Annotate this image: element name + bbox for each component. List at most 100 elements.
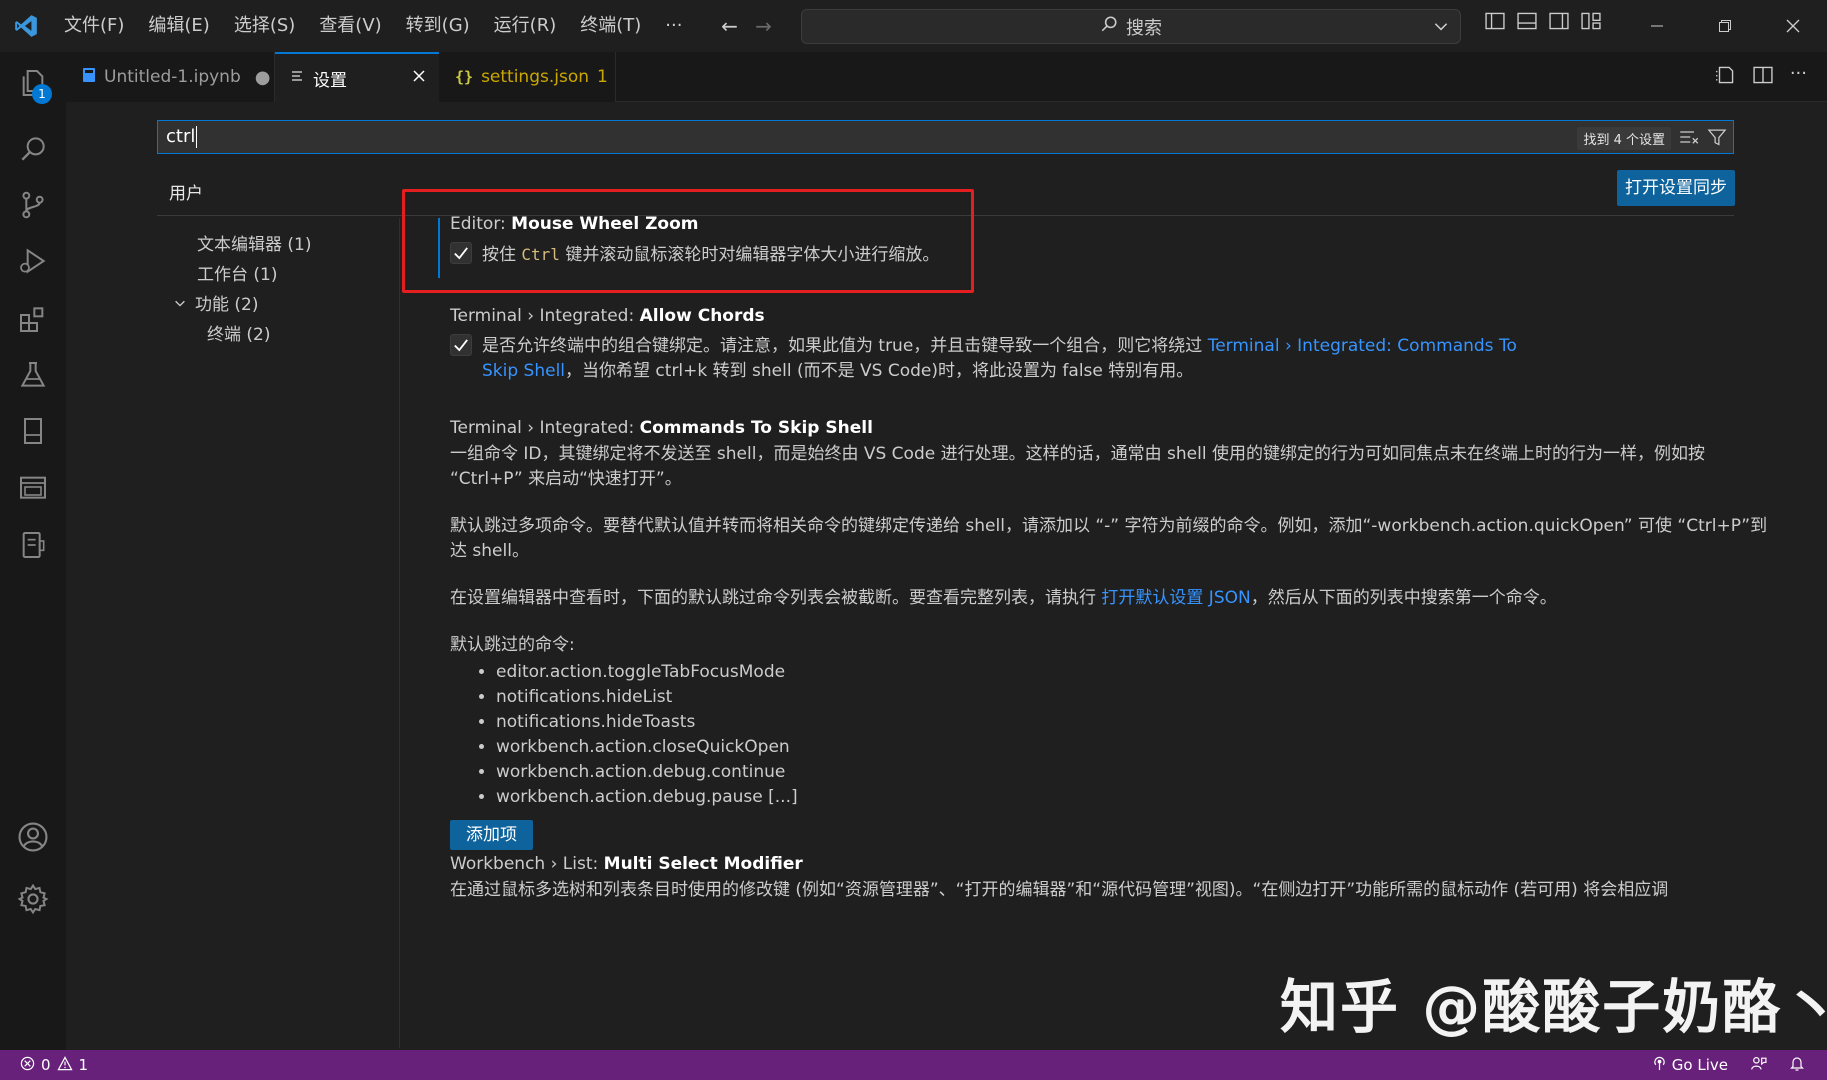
accounts-feedback-icon[interactable] [1750, 1055, 1767, 1076]
accounts-icon[interactable] [0, 806, 66, 868]
setting-description: 在通过鼠标多选树和列表条目时使用的修改键 (例如“资源管理器”、“打开的编辑器”… [450, 880, 1669, 900]
menu-file[interactable]: 文件(F) [52, 0, 136, 52]
menu-edit[interactable]: 编辑(E) [136, 0, 221, 52]
chevron-down-icon [173, 290, 187, 320]
list-item: workbench.action.closeQuickOpen [496, 735, 1770, 760]
turn-on-settings-sync-button[interactable]: 打开设置同步 [1617, 170, 1735, 206]
toc-divider [399, 218, 400, 1048]
customize-layout-icon[interactable] [1580, 10, 1602, 37]
filter-funnel-icon[interactable] [1707, 127, 1727, 152]
add-item-button[interactable]: 添加项 [450, 820, 533, 850]
toc-item-terminal[interactable]: 终端 (2) [157, 320, 397, 350]
title-bar: 文件(F) 编辑(E) 选择(S) 查看(V) 转到(G) 运行(R) 终端(T… [0, 0, 1827, 52]
source-control-icon[interactable] [0, 174, 66, 236]
chevron-down-icon[interactable] [1432, 17, 1450, 40]
explorer-badge: 1 [32, 84, 52, 104]
list-item: workbench.action.debug.continue [496, 760, 1770, 785]
notebook-view-icon[interactable] [0, 400, 66, 462]
modified-dot-icon[interactable]: ● [255, 67, 271, 88]
toc-item-label: 功能 (2) [195, 295, 259, 315]
setting-title: Terminal › Integrated: Allow Chords [450, 306, 765, 326]
tab-label: 设置 [313, 70, 347, 91]
setting-title: Workbench › List: Multi Select Modifier [450, 854, 803, 874]
manage-gear-icon[interactable] [0, 868, 66, 930]
setting-terminal-allow-chords: Terminal › Integrated: Allow Chords 是否允许… [450, 306, 1770, 384]
explorer-icon[interactable]: 1 [0, 52, 66, 114]
settings-search-input[interactable]: ctrl 找到 4 个设置 [157, 120, 1734, 154]
split-editor-icon[interactable] [1752, 64, 1774, 91]
tab-settings[interactable]: 设置 [275, 52, 439, 102]
problems-count: 1 [597, 67, 608, 87]
open-settings-json-icon[interactable] [1714, 64, 1736, 91]
menu-run[interactable]: 运行(R) [482, 0, 569, 52]
menu-view[interactable]: 查看(V) [307, 0, 393, 52]
close-window-icon[interactable] [1759, 0, 1827, 52]
json-braces-icon: {} [455, 68, 474, 86]
menu-go[interactable]: 转到(G) [394, 0, 482, 52]
restore-icon[interactable] [1691, 0, 1759, 52]
notifications-bell-icon[interactable] [1789, 1055, 1805, 1075]
extensions-icon[interactable] [0, 288, 66, 350]
testing-flask-icon[interactable] [0, 344, 66, 406]
setting-terminal-commands-to-skip-shell: Terminal › Integrated: Commands To Skip … [450, 418, 1770, 850]
toc-item-features[interactable]: 功能 (2) [157, 290, 397, 320]
toc-item-workbench[interactable]: 工作台 (1) [157, 260, 397, 290]
error-icon [20, 1056, 35, 1075]
setting-description: 一组命令 ID，其键绑定将不发送至 shell，而是始终由 VS Code 进行… [450, 444, 1705, 489]
minimize-icon[interactable] [1623, 0, 1691, 52]
settings-toc: 文本编辑器 (1) 工作台 (1) 功能 (2) 终端 (2) [157, 230, 397, 350]
close-tab-icon[interactable] [411, 68, 427, 89]
list-item: notifications.hideList [496, 685, 1770, 710]
tab-user-scope[interactable]: 用户 [157, 172, 215, 216]
broadcast-icon [1652, 1056, 1667, 1075]
mouse-wheel-zoom-checkbox[interactable] [450, 242, 472, 264]
forward-arrow-icon[interactable]: → [746, 9, 780, 43]
setting-description-2: 默认跳过多项命令。要替代默认值并转而将相关命令的键绑定传递给 shell，请添加… [450, 516, 1768, 561]
remote-explorer-icon[interactable] [0, 456, 66, 518]
toggle-panel-icon[interactable] [1516, 10, 1538, 37]
jupyter-variables-icon[interactable] [0, 514, 66, 576]
menu-bar: 文件(F) 编辑(E) 选择(S) 查看(V) 转到(G) 运行(R) 终端(T… [52, 0, 694, 52]
watermark-text: 知乎 @酸酸子奶酪丶 [1280, 973, 1827, 1041]
editor-tab-bar: Untitled-1.ipynb ● 设置 {} settings.json 1… [66, 52, 1827, 102]
tab-settings-json[interactable]: {} settings.json 1 [439, 52, 616, 102]
setting-title: Terminal › Integrated: Commands To Skip … [450, 418, 873, 438]
menu-more[interactable]: ··· [653, 0, 694, 52]
focus-indicator [438, 218, 440, 278]
status-bar: 0 1 Go Live [0, 1050, 1827, 1080]
menu-terminal[interactable]: 终端(T) [568, 0, 653, 52]
toc-item-text-editor[interactable]: 文本编辑器 (1) [157, 230, 397, 260]
open-default-settings-json-link[interactable]: 打开默认设置 JSON [1101, 588, 1250, 608]
window-controls [1623, 0, 1827, 52]
setting-workbench-multi-select-modifier: Workbench › List: Multi Select Modifier … [450, 854, 1770, 903]
toggle-primary-sidebar-icon[interactable] [1484, 10, 1506, 37]
command-center-label: 搜索 [1126, 17, 1162, 39]
layout-controls [1484, 10, 1602, 37]
problems-status[interactable]: 0 1 [0, 1055, 89, 1075]
status-right-items: Go Live [1652, 1050, 1805, 1080]
run-debug-icon[interactable] [0, 230, 66, 292]
toggle-secondary-sidebar-icon[interactable] [1548, 10, 1570, 37]
back-arrow-icon[interactable]: ← [712, 9, 746, 43]
list-item: notifications.hideToasts [496, 710, 1770, 735]
setting-editor-mouse-wheel-zoom: Editor: Mouse Wheel Zoom 按住 Ctrl 键并滚动鼠标滚… [438, 214, 1770, 278]
search-view-icon[interactable] [0, 118, 66, 180]
checkmark-icon [454, 247, 468, 260]
clear-filter-icon[interactable] [1679, 127, 1699, 152]
menu-selection[interactable]: 选择(S) [222, 0, 307, 52]
command-center-search[interactable]: 搜索 [801, 9, 1461, 44]
notebook-icon [82, 67, 96, 88]
checkmark-icon [454, 339, 468, 352]
go-live-label: Go Live [1671, 1056, 1728, 1074]
settings-editor: ctrl 找到 4 个设置 用户 打开设置同步 文本编辑器 (1) 工作台 (1… [66, 102, 1827, 1050]
tab-label: settings.json [481, 67, 590, 87]
tab-label: Untitled-1.ipynb [104, 67, 241, 87]
allow-chords-checkbox[interactable] [450, 334, 472, 356]
vscode-logo-icon [0, 0, 52, 52]
go-live-button[interactable]: Go Live [1652, 1056, 1728, 1075]
warning-count: 1 [78, 1056, 89, 1074]
activity-bar: 1 [0, 52, 66, 1050]
setting-description: 是否允许终端中的组合键绑定。请注意，如果此值为 true，并且击键导致一个组合，… [482, 336, 1517, 381]
tab-untitled-notebook[interactable]: Untitled-1.ipynb ● [66, 52, 275, 102]
more-actions-icon[interactable]: ··· [1790, 64, 1807, 91]
